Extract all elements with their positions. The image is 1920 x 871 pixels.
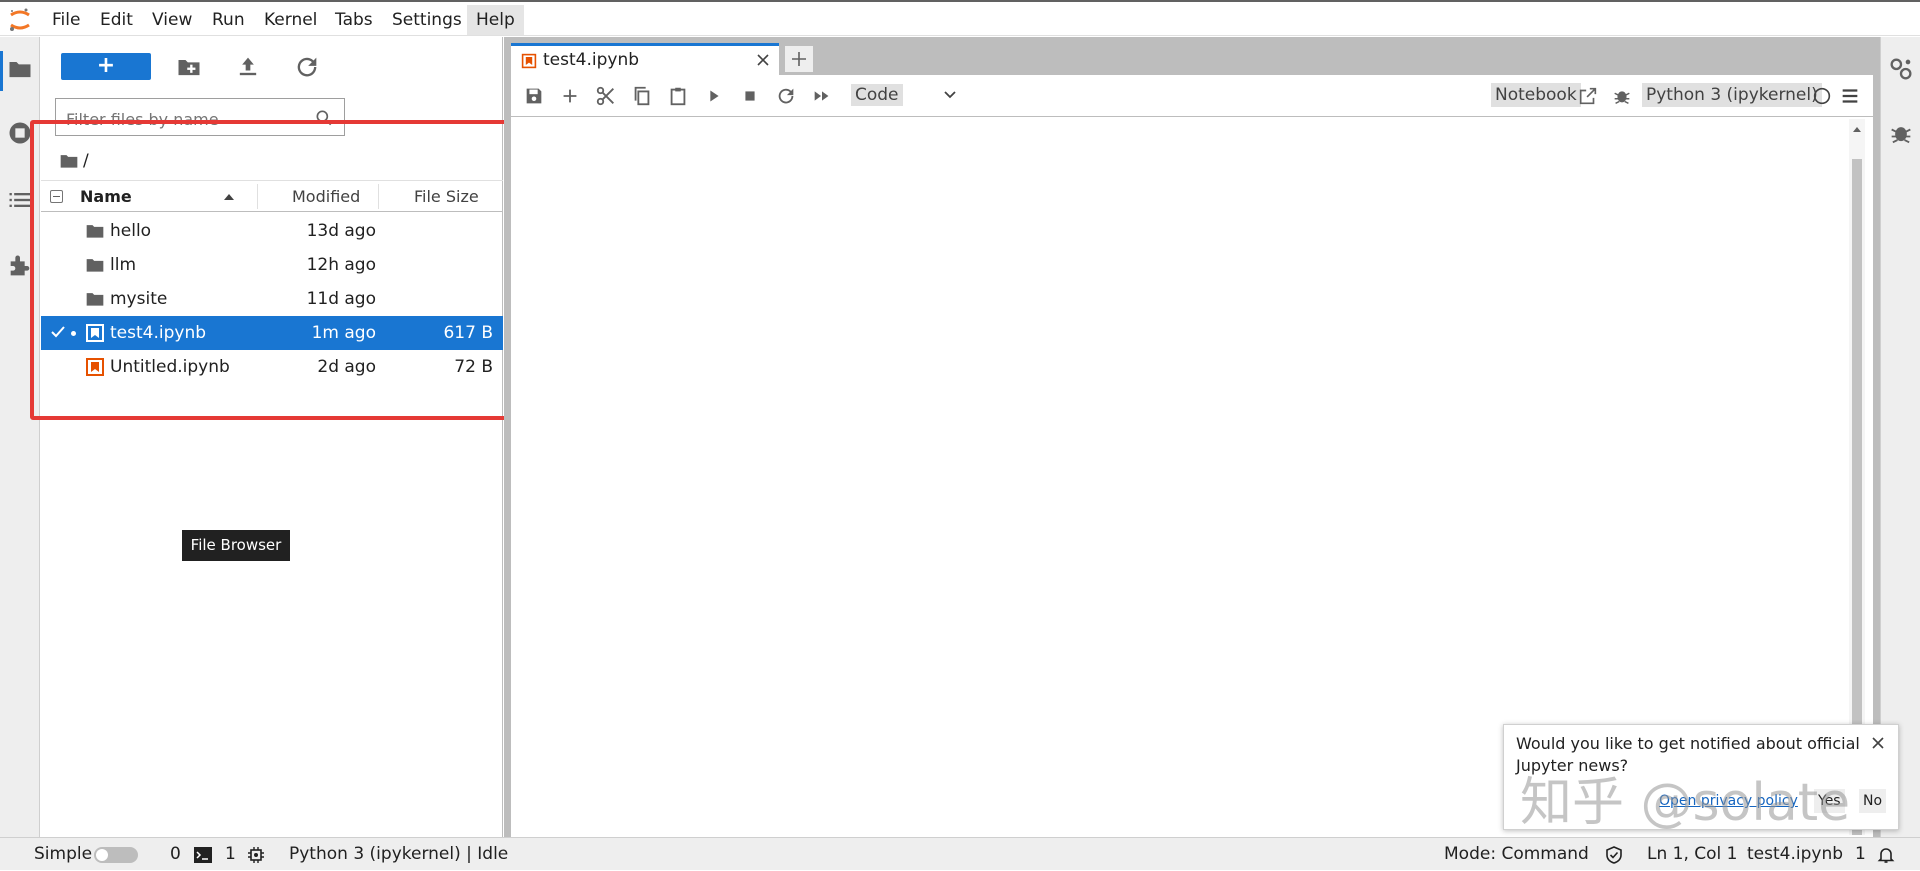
property-inspector-icon[interactable] [1887, 55, 1915, 83]
kernels-count[interactable]: 1 [225, 838, 236, 871]
jupyter-logo-icon [6, 6, 34, 34]
save-icon[interactable] [523, 85, 545, 107]
menu-settings[interactable]: Settings [383, 5, 471, 35]
active-tab-indicator [0, 51, 3, 91]
external-link-icon[interactable] [1577, 85, 1599, 107]
close-icon[interactable] [1870, 735, 1886, 751]
current-file: test4.ipynb [1747, 844, 1844, 864]
restart-icon[interactable] [775, 85, 797, 107]
new-folder-icon[interactable] [175, 53, 203, 81]
cell-type-select[interactable]: Code [851, 84, 961, 108]
notebook-panel: Code Notebook Python 3 (ipykernel) [511, 75, 1873, 837]
menu-bar: File Edit View Run Kernel Tabs Settings … [0, 2, 1920, 36]
tab-test4-ipynb[interactable]: test4.ipynb [511, 43, 779, 75]
copy-icon[interactable] [631, 85, 653, 107]
terminals-count[interactable]: 0 [170, 838, 181, 871]
fast-forward-icon[interactable] [811, 85, 833, 107]
menu-icon[interactable] [1839, 85, 1861, 107]
chevron-down-icon [943, 88, 957, 102]
highlight-annotation-box [30, 120, 524, 420]
document-tab-bar: test4.ipynb [504, 37, 1880, 75]
menu-edit[interactable]: Edit [91, 5, 142, 35]
menu-tabs[interactable]: Tabs [326, 5, 382, 35]
new-tab-button[interactable] [784, 45, 814, 73]
no-button[interactable]: No [1859, 789, 1887, 813]
paste-icon[interactable] [667, 85, 689, 107]
menu-kernel[interactable]: Kernel [255, 5, 326, 35]
folder-icon[interactable] [6, 55, 34, 83]
trusted-shield-icon [1605, 846, 1623, 864]
debugger-icon[interactable] [1611, 85, 1633, 107]
notebook-toolbar: Code Notebook Python 3 (ipykernel) [511, 75, 1873, 117]
notifications-count[interactable]: 1 [1855, 838, 1866, 871]
cut-icon[interactable] [595, 85, 617, 107]
debugger-icon[interactable] [1887, 119, 1915, 147]
terminal-icon[interactable] [194, 846, 212, 864]
notebook-icon [521, 53, 537, 69]
close-icon[interactable] [755, 52, 771, 68]
upload-icon[interactable] [234, 53, 262, 81]
status-bar: Simple 0 1 Python 3 (ipykernel) | Idle M… [0, 837, 1920, 870]
simple-mode-label: Simple [34, 844, 93, 864]
menu-help[interactable]: Help [467, 5, 524, 35]
notebook-mode: Mode: Command [1444, 844, 1589, 864]
cursor-position[interactable]: Ln 1, Col 1 [1647, 838, 1738, 871]
stop-icon[interactable] [739, 85, 761, 107]
menu-view[interactable]: View [143, 5, 201, 35]
new-launcher-button[interactable]: + [61, 53, 151, 80]
cell-type-value: Code [851, 84, 903, 106]
kernel-chip-icon[interactable] [247, 846, 265, 864]
run-icon[interactable] [703, 85, 725, 107]
insert-cell-icon[interactable] [559, 85, 581, 107]
kernel-status-icon [1811, 85, 1833, 107]
watermark: 知乎 @solate [1520, 773, 1851, 833]
kernel-status[interactable]: Python 3 (ipykernel) | Idle [289, 838, 508, 871]
right-sidebar [1880, 37, 1920, 837]
scroll-up-icon[interactable] [1852, 125, 1862, 135]
refresh-icon[interactable] [293, 53, 321, 81]
kernel-name-button[interactable]: Python 3 (ipykernel) [1642, 83, 1822, 107]
bell-icon[interactable] [1877, 846, 1895, 864]
menu-file[interactable]: File [43, 5, 89, 35]
open-notebook-button[interactable]: Notebook [1491, 83, 1581, 107]
menu-run[interactable]: Run [203, 5, 254, 35]
tab-label: test4.ipynb [543, 50, 640, 70]
simple-mode-toggle[interactable] [94, 847, 138, 863]
tooltip: File Browser [182, 530, 290, 561]
